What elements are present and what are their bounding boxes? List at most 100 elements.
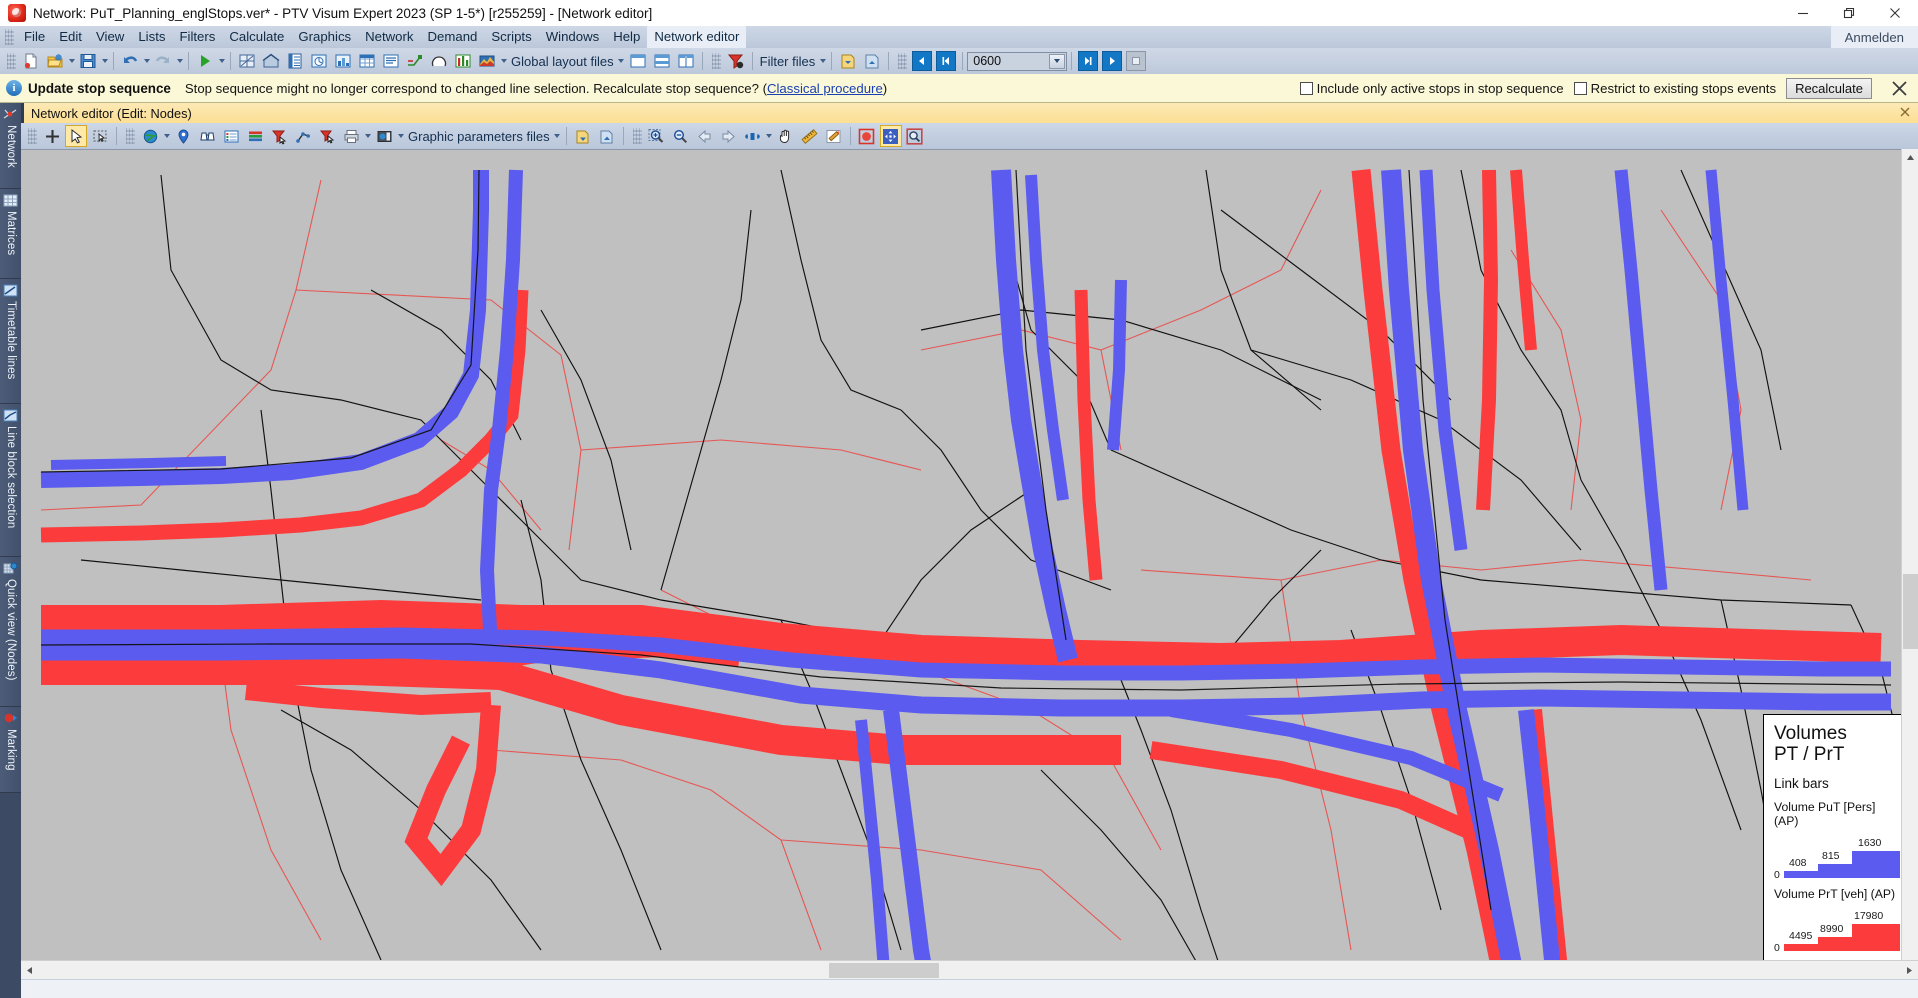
menu-item-network-editor[interactable]: Network editor bbox=[647, 26, 747, 48]
menu-item-view[interactable]: View bbox=[89, 26, 131, 48]
forward-icon[interactable] bbox=[718, 125, 740, 147]
zoom-out-icon[interactable] bbox=[670, 125, 692, 147]
undo-dropdown-icon[interactable] bbox=[142, 51, 151, 71]
fit-width-dropdown-icon[interactable] bbox=[765, 126, 774, 146]
open-folder-icon[interactable] bbox=[44, 50, 66, 72]
sidebar-item-network[interactable]: Network bbox=[0, 103, 21, 189]
surface-chart-icon[interactable] bbox=[476, 50, 498, 72]
sidebar-item-line-block-selection[interactable]: Line block selection bbox=[0, 404, 21, 557]
save-filter-icon[interactable] bbox=[861, 50, 883, 72]
run-icon[interactable] bbox=[194, 50, 216, 72]
first-interval-button[interactable] bbox=[936, 51, 957, 71]
include-active-stops-checkbox[interactable]: Include only active stops in stop sequen… bbox=[1299, 81, 1564, 96]
flow-bundle-select-icon[interactable] bbox=[268, 125, 290, 147]
network-map[interactable] bbox=[21, 150, 1918, 979]
close-notification-icon[interactable] bbox=[1886, 75, 1912, 101]
horizontal-scroll-thumb[interactable] bbox=[829, 963, 939, 978]
menu-item-windows[interactable]: Windows bbox=[539, 26, 607, 48]
recalculate-button[interactable]: Recalculate bbox=[1786, 77, 1872, 99]
classical-procedure-link[interactable]: Classical procedure bbox=[767, 81, 883, 96]
insert-node-icon[interactable] bbox=[41, 125, 63, 147]
zoom-region-icon[interactable] bbox=[904, 125, 926, 147]
matrix-list-icon[interactable] bbox=[284, 50, 306, 72]
move-all-icon[interactable] bbox=[879, 125, 902, 147]
next-interval-button[interactable] bbox=[1102, 51, 1123, 71]
chart-icon[interactable] bbox=[308, 50, 330, 72]
zones-icon[interactable] bbox=[260, 50, 282, 72]
save-dropdown-icon[interactable] bbox=[100, 51, 109, 71]
menu-item-graphics[interactable]: Graphics bbox=[291, 26, 358, 48]
menu-item-demand[interactable]: Demand bbox=[421, 26, 485, 48]
shortest-path-icon[interactable] bbox=[292, 125, 314, 147]
redo-icon[interactable] bbox=[152, 50, 174, 72]
print-icon[interactable] bbox=[340, 125, 362, 147]
display-mode-dropdown-icon[interactable] bbox=[396, 126, 405, 146]
graphic-parameters-files-label[interactable]: Graphic parameters files bbox=[405, 129, 553, 144]
marker-pin-icon[interactable] bbox=[172, 125, 194, 147]
display-mode-icon[interactable] bbox=[373, 125, 395, 147]
isochrone-icon[interactable] bbox=[428, 50, 450, 72]
menu-item-lists[interactable]: Lists bbox=[131, 26, 172, 48]
menu-item-file[interactable]: File bbox=[17, 26, 52, 48]
last-interval-button[interactable] bbox=[1078, 51, 1099, 71]
network-icon[interactable] bbox=[236, 50, 258, 72]
menu-item-calculate[interactable]: Calculate bbox=[222, 26, 291, 48]
undo-icon[interactable] bbox=[119, 50, 141, 72]
scroll-right-icon[interactable] bbox=[1901, 961, 1918, 980]
close-icon[interactable] bbox=[1872, 0, 1918, 26]
bar-chart-icon[interactable] bbox=[452, 50, 474, 72]
run-dropdown-icon[interactable] bbox=[217, 51, 226, 71]
stop-button[interactable] bbox=[1126, 51, 1147, 71]
save-graphic-params-icon[interactable] bbox=[596, 125, 618, 147]
sidebar-item-marking[interactable]: Marking bbox=[0, 707, 21, 793]
open-filter-icon[interactable] bbox=[837, 50, 859, 72]
fit-width-icon[interactable] bbox=[742, 125, 764, 147]
scroll-up-icon[interactable] bbox=[1902, 149, 1918, 166]
layers-icon[interactable] bbox=[244, 125, 266, 147]
restore-icon[interactable] bbox=[1826, 0, 1872, 26]
layout-horizontal-icon[interactable] bbox=[651, 50, 673, 72]
layout-vertical-icon[interactable] bbox=[675, 50, 697, 72]
menu-item-network[interactable]: Network bbox=[358, 26, 420, 48]
map-horizontal-scrollbar[interactable] bbox=[21, 960, 1918, 979]
back-icon[interactable] bbox=[694, 125, 716, 147]
binoculars-icon[interactable] bbox=[196, 125, 218, 147]
attribute-list-icon[interactable] bbox=[220, 125, 242, 147]
global-layout-dropdown-icon[interactable] bbox=[617, 51, 626, 71]
globe-dropdown-icon[interactable] bbox=[162, 126, 171, 146]
record-icon[interactable] bbox=[856, 125, 878, 147]
save-icon[interactable] bbox=[77, 50, 99, 72]
zoom-in-icon[interactable] bbox=[646, 125, 668, 147]
time-interval-dropdown-icon[interactable] bbox=[1049, 53, 1066, 69]
scroll-left-icon[interactable] bbox=[21, 961, 38, 980]
filter-files-dropdown-icon[interactable] bbox=[818, 51, 827, 71]
sidebar-item-matrices[interactable]: Matrices bbox=[0, 189, 21, 279]
new-document-icon[interactable] bbox=[20, 50, 42, 72]
print-dropdown-icon[interactable] bbox=[363, 126, 372, 146]
spatial-select-icon[interactable] bbox=[316, 125, 338, 147]
checkbox-box[interactable] bbox=[1573, 81, 1587, 95]
login-button[interactable]: Anmelden bbox=[1830, 26, 1918, 48]
close-editor-icon[interactable] bbox=[1900, 106, 1910, 120]
time-interval-combo[interactable]: 0600 bbox=[967, 51, 1068, 71]
map-canvas[interactable]: Volumes PT / PrT Link bars Volume PuT [P… bbox=[21, 149, 1918, 979]
pan-hand-icon[interactable] bbox=[775, 125, 797, 147]
measure-ruler-icon[interactable] bbox=[799, 125, 821, 147]
open-graphic-params-icon[interactable] bbox=[572, 125, 594, 147]
multi-select-icon[interactable] bbox=[89, 125, 111, 147]
layout-single-icon[interactable] bbox=[627, 50, 649, 72]
filter-icon[interactable] bbox=[725, 50, 747, 72]
legend-icon[interactable] bbox=[380, 50, 402, 72]
restrict-existing-stops-checkbox[interactable]: Restrict to existing stops events bbox=[1573, 81, 1776, 96]
minimize-icon[interactable] bbox=[1780, 0, 1826, 26]
menu-item-scripts[interactable]: Scripts bbox=[484, 26, 538, 48]
graphic-parameters-dropdown-icon[interactable] bbox=[553, 126, 562, 146]
sidebar-item-timetable-lines[interactable]: Timetable lines bbox=[0, 279, 21, 404]
diagram-icon[interactable] bbox=[332, 50, 354, 72]
globe-icon[interactable] bbox=[139, 125, 161, 147]
open-folder-dropdown-icon[interactable] bbox=[67, 51, 76, 71]
menu-item-filters[interactable]: Filters bbox=[172, 26, 222, 48]
redo-dropdown-icon[interactable] bbox=[175, 51, 184, 71]
sidebar-item-quick-view-nodes[interactable]: Quick view (Nodes) bbox=[0, 557, 21, 707]
menu-item-edit[interactable]: Edit bbox=[52, 26, 89, 48]
